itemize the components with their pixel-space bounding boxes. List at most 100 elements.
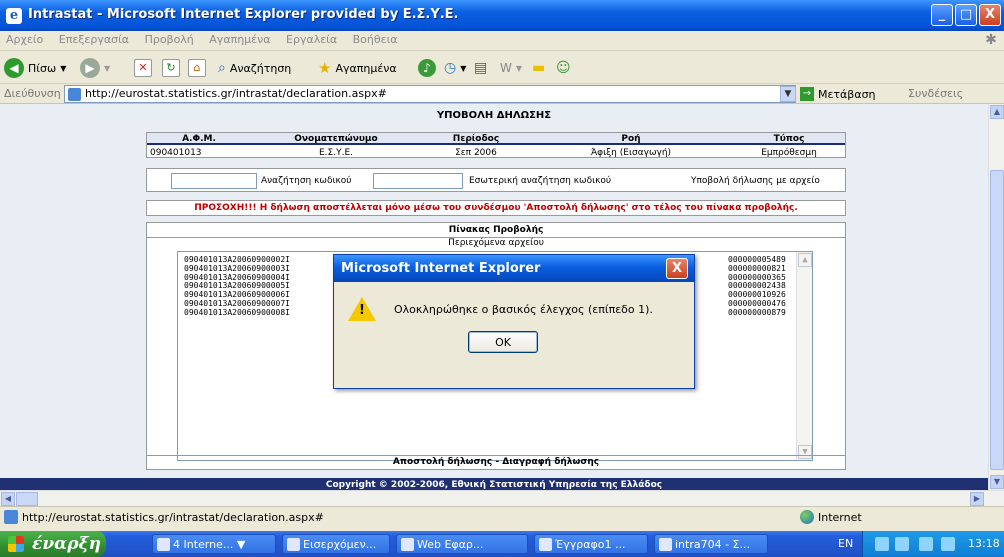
tray-messenger-icon[interactable]: [941, 537, 955, 551]
internal-search-link[interactable]: Εσωτερική αναζήτηση κωδικού: [469, 176, 611, 186]
chevron-down-icon: ▼: [60, 63, 67, 73]
scroll-thumb[interactable]: [16, 492, 38, 506]
file-lines-left: 090401013A20060900002I 090401013A2006090…: [184, 256, 334, 318]
address-dropdown-button[interactable]: ▼: [780, 86, 796, 102]
menu-edit[interactable]: Επεξεργασία: [53, 31, 135, 48]
taskbar-item-document[interactable]: Έγγραφο1 ...: [534, 534, 648, 554]
status-bar: http://eurostat.statistics.gr/intrastat/…: [0, 506, 1004, 526]
go-label: Μετάβαση: [818, 87, 876, 101]
table-header: Α.Φ.Μ. Ονοματεπώνυμο Περίοδος Ροή Τύπος: [147, 133, 845, 145]
print-button[interactable]: ▤: [474, 57, 487, 79]
panel-subtitle: Περιεχόμενα αρχείου: [147, 237, 845, 249]
tray-security-icon[interactable]: [895, 537, 909, 551]
task-label: Εισερχόμεν...: [303, 538, 377, 551]
page-icon: [68, 88, 81, 101]
code-search-link[interactable]: Αναζήτηση κωδικού: [261, 176, 352, 186]
ok-button[interactable]: OK: [468, 331, 538, 353]
value-period: Σεπ 2006: [455, 148, 497, 158]
upload-file-link[interactable]: Υποβολή δήλωσης με αρχείο: [691, 176, 820, 186]
search-button[interactable]: ⌕ Αναζήτηση: [218, 57, 291, 79]
page-title: ΥΠΟΒΟΛΗ ΔΗΛΩΣΗΣ: [436, 110, 552, 121]
language-indicator[interactable]: EN: [838, 537, 853, 550]
refresh-icon: ↻: [162, 59, 180, 77]
tray-network-icon[interactable]: [875, 537, 889, 551]
search-row: Αναζήτηση κωδικού Εσωτερική αναζήτηση κω…: [146, 168, 846, 192]
menu-help[interactable]: Βοήθεια: [347, 31, 404, 48]
maximize-button[interactable]: □: [955, 4, 977, 26]
back-button[interactable]: ◀ Πίσω ▼: [4, 57, 66, 79]
tray-antivirus-icon[interactable]: [919, 537, 933, 551]
menu-favorites[interactable]: Αγαπημένα: [203, 31, 276, 48]
warning-mark: !: [359, 303, 365, 318]
messenger-button[interactable]: ☺: [556, 57, 571, 79]
go-button[interactable]: → Μετάβαση: [800, 87, 876, 101]
address-input[interactable]: http://eurostat.statistics.gr/intrastat/…: [64, 85, 796, 103]
start-button[interactable]: έναρξη: [0, 531, 106, 557]
forward-button[interactable]: ▶ ▼: [80, 57, 110, 79]
stop-button[interactable]: ✕: [134, 57, 152, 79]
dialog-close-button[interactable]: X: [666, 258, 688, 279]
code-search-input[interactable]: [171, 173, 257, 189]
taskbar-item-inbox[interactable]: Εισερχόμεν...: [282, 534, 390, 554]
menu-view[interactable]: Προβολή: [139, 31, 200, 48]
scroll-left-icon[interactable]: ◀: [1, 492, 15, 506]
menu-tools[interactable]: Εργαλεία: [280, 31, 343, 48]
address-label: Διεύθυνση: [4, 87, 61, 100]
file-lines-right: 000000005489 000000000821 000000000365 0…: [728, 256, 798, 318]
taskbar: έναρξη 4 Interne... ▼ Εισερχόμεν... Web …: [0, 531, 1004, 557]
header-flow: Ροή: [621, 134, 641, 144]
scroll-thumb[interactable]: [990, 170, 1004, 470]
taskbar-item-ie[interactable]: 4 Interne... ▼: [152, 534, 276, 554]
folder-icon: ▬: [532, 60, 546, 76]
media-button[interactable]: ♪: [418, 57, 436, 79]
star-icon: ★: [318, 59, 332, 77]
links-label[interactable]: Συνδέσεις: [908, 87, 963, 100]
declaration-actions-link[interactable]: Αποστολή δήλωσης - Διαγραφή δήλωσης: [147, 455, 845, 469]
security-zone: Internet: [800, 510, 862, 524]
globe-icon: [800, 510, 814, 524]
page-vertical-scrollbar[interactable]: ▲ ▼: [988, 104, 1004, 490]
favorites-button[interactable]: ★ Αγαπημένα: [318, 57, 397, 79]
clock: 13:18: [968, 537, 1000, 550]
minimize-button[interactable]: _: [931, 4, 953, 26]
menu-bar: Αρχείο Επεξεργασία Προβολή Αγαπημένα Εργ…: [0, 31, 1004, 51]
back-arrow-icon: ◀: [4, 58, 24, 78]
header-afm: Α.Φ.Μ.: [182, 134, 216, 144]
taskbar-item-web-app[interactable]: Web Εφαρ...: [396, 534, 528, 554]
toolbar: ◀ Πίσω ▼ ▶ ▼ ✕ ↻ ⌂ ⌕ Αναζήτηση ★ Αγαπημέ…: [0, 51, 1004, 84]
panel-title: Πίνακας Προβολής: [448, 225, 544, 235]
textarea-scrollbar[interactable]: ▲ ▼: [796, 252, 812, 460]
search-icon: ⌕: [218, 60, 226, 76]
task-label: Web Εφαρ...: [417, 538, 484, 551]
declaration-info-table: Α.Φ.Μ. Ονοματεπώνυμο Περίοδος Ροή Τύπος …: [146, 132, 846, 158]
start-label: έναρξη: [32, 534, 101, 554]
refresh-button[interactable]: ↻: [162, 57, 180, 79]
scroll-down-icon[interactable]: ▼: [990, 475, 1004, 489]
header-name: Ονοματεπώνυμο: [294, 134, 378, 144]
home-button[interactable]: ⌂: [188, 57, 206, 79]
folder-icon: [401, 538, 414, 551]
scroll-right-icon[interactable]: ▶: [970, 492, 984, 506]
copyright-footer: Copyright © 2002-2006, Εθνική Στατιστική…: [0, 478, 988, 490]
history-button[interactable]: ◷ ▼: [444, 57, 466, 79]
page-icon: [4, 510, 18, 524]
chevron-down-icon: ▼: [104, 63, 111, 73]
address-bar: Διεύθυνση http://eurostat.statistics.gr/…: [0, 84, 1004, 104]
value-name: Ε.Σ.Υ.Ε.: [318, 148, 353, 158]
close-button[interactable]: X: [979, 4, 1001, 26]
media-icon: ♪: [418, 59, 436, 77]
scroll-up-icon[interactable]: ▲: [798, 253, 812, 267]
internal-search-input[interactable]: [373, 173, 463, 189]
windows-logo-icon: [8, 536, 24, 552]
system-tray: 13:18: [862, 531, 1004, 557]
folder-button[interactable]: ▬: [532, 57, 545, 79]
header-type: Τύπος: [773, 134, 805, 144]
scroll-up-icon[interactable]: ▲: [990, 105, 1004, 119]
taskbar-item-intra704[interactable]: intra704 - Σ...: [654, 534, 768, 554]
edit-button[interactable]: W ▼: [500, 57, 522, 79]
windows-flag-icon: ✱: [985, 32, 997, 48]
page-horizontal-scrollbar[interactable]: ◀ ▶: [0, 490, 1004, 506]
zone-label: Internet: [818, 510, 862, 524]
forward-arrow-icon: ▶: [80, 58, 100, 78]
menu-file[interactable]: Αρχείο: [0, 31, 49, 48]
